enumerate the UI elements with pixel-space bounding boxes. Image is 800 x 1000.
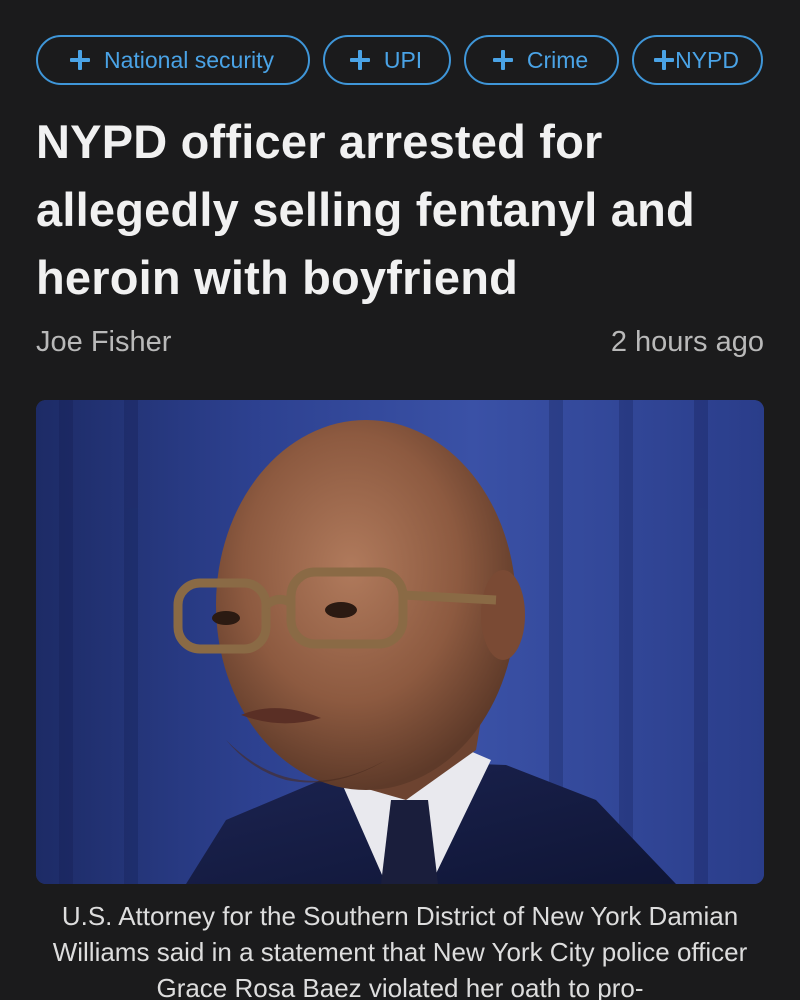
tag-crime-button[interactable]: Crime [464,35,619,85]
tag-nypd-button[interactable]: NYPD [632,35,763,85]
publish-timestamp: 2 hours ago [610,326,764,358]
plus-icon [69,50,90,70]
author-name[interactable]: Joe Fisher [36,326,171,359]
article-headline: NYPD officer arrested for allegedly sell… [36,115,695,304]
tag-national-security-button[interactable]: National security [36,35,310,85]
tag-label: Crime [526,46,589,73]
tag-label: UPI [383,46,423,73]
plus-icon [654,50,675,70]
article-photo[interactable] [36,400,764,884]
tag-label: NYPD [675,46,739,73]
portrait-illustration [36,400,764,884]
tag-label: National security [103,46,275,73]
photo-caption: U.S. Attorney for the Southern District … [52,901,748,1000]
article-byline: Joe Fisher 2 hours ago [36,326,764,359]
plus-icon [349,50,370,70]
topic-tags: National security UPI Crime NYPD [36,35,763,85]
tag-upi-button[interactable]: UPI [323,35,451,85]
plus-icon [492,50,513,70]
